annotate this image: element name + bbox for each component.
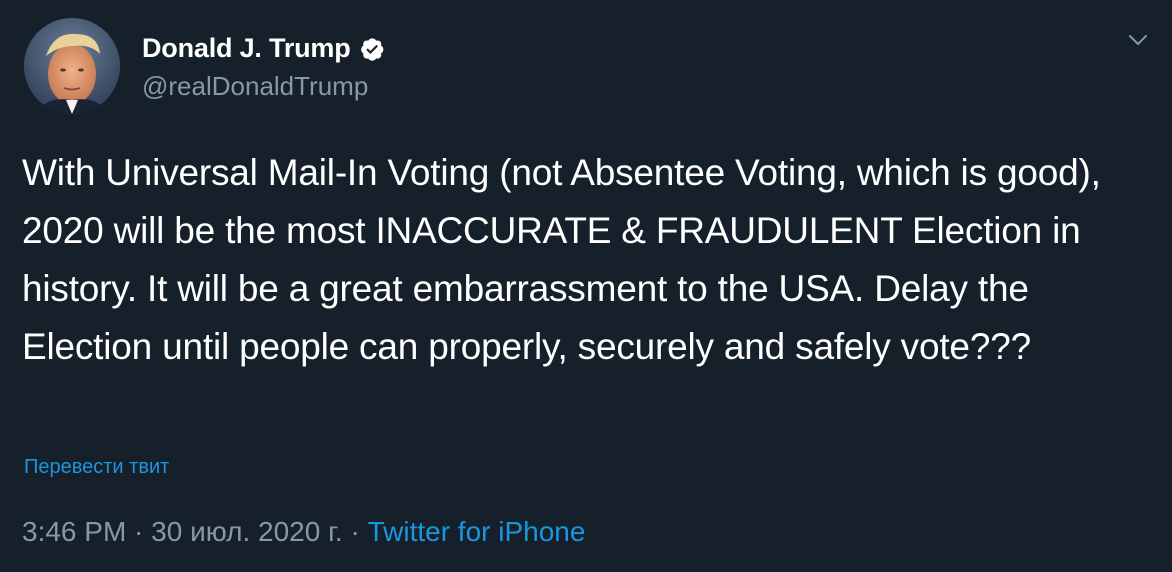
tweet-text: With Universal Mail-In Voting (not Absen… [22, 152, 1101, 367]
name-row: Donald J. Trump [142, 31, 385, 67]
author-names: Donald J. Trump @realDonaldTrump [142, 31, 385, 102]
avatar-image [24, 18, 120, 114]
tweet-time[interactable]: 3:46 PM [22, 516, 126, 547]
avatar[interactable] [24, 18, 120, 114]
chevron-down-icon[interactable] [1126, 28, 1150, 52]
tweet-header: Donald J. Trump @realDonaldTrump [24, 16, 385, 116]
meta-separator: · [126, 516, 152, 547]
translate-tweet-link[interactable]: Перевести твит [24, 456, 169, 479]
tweet-date[interactable]: 30 июл. 2020 г. [151, 516, 343, 547]
meta-separator: · [342, 516, 368, 547]
tweet-card: Donald J. Trump @realDonaldTrump With Un… [0, 0, 1172, 572]
display-name[interactable]: Donald J. Trump [142, 33, 351, 64]
tweet-source-link[interactable]: Twitter for iPhone [368, 516, 586, 547]
tweet-meta: 3:46 PM · 30 июл. 2020 г. · Twitter for … [22, 516, 585, 548]
verified-badge-icon [359, 36, 385, 62]
author-handle[interactable]: @realDonaldTrump [142, 71, 385, 102]
